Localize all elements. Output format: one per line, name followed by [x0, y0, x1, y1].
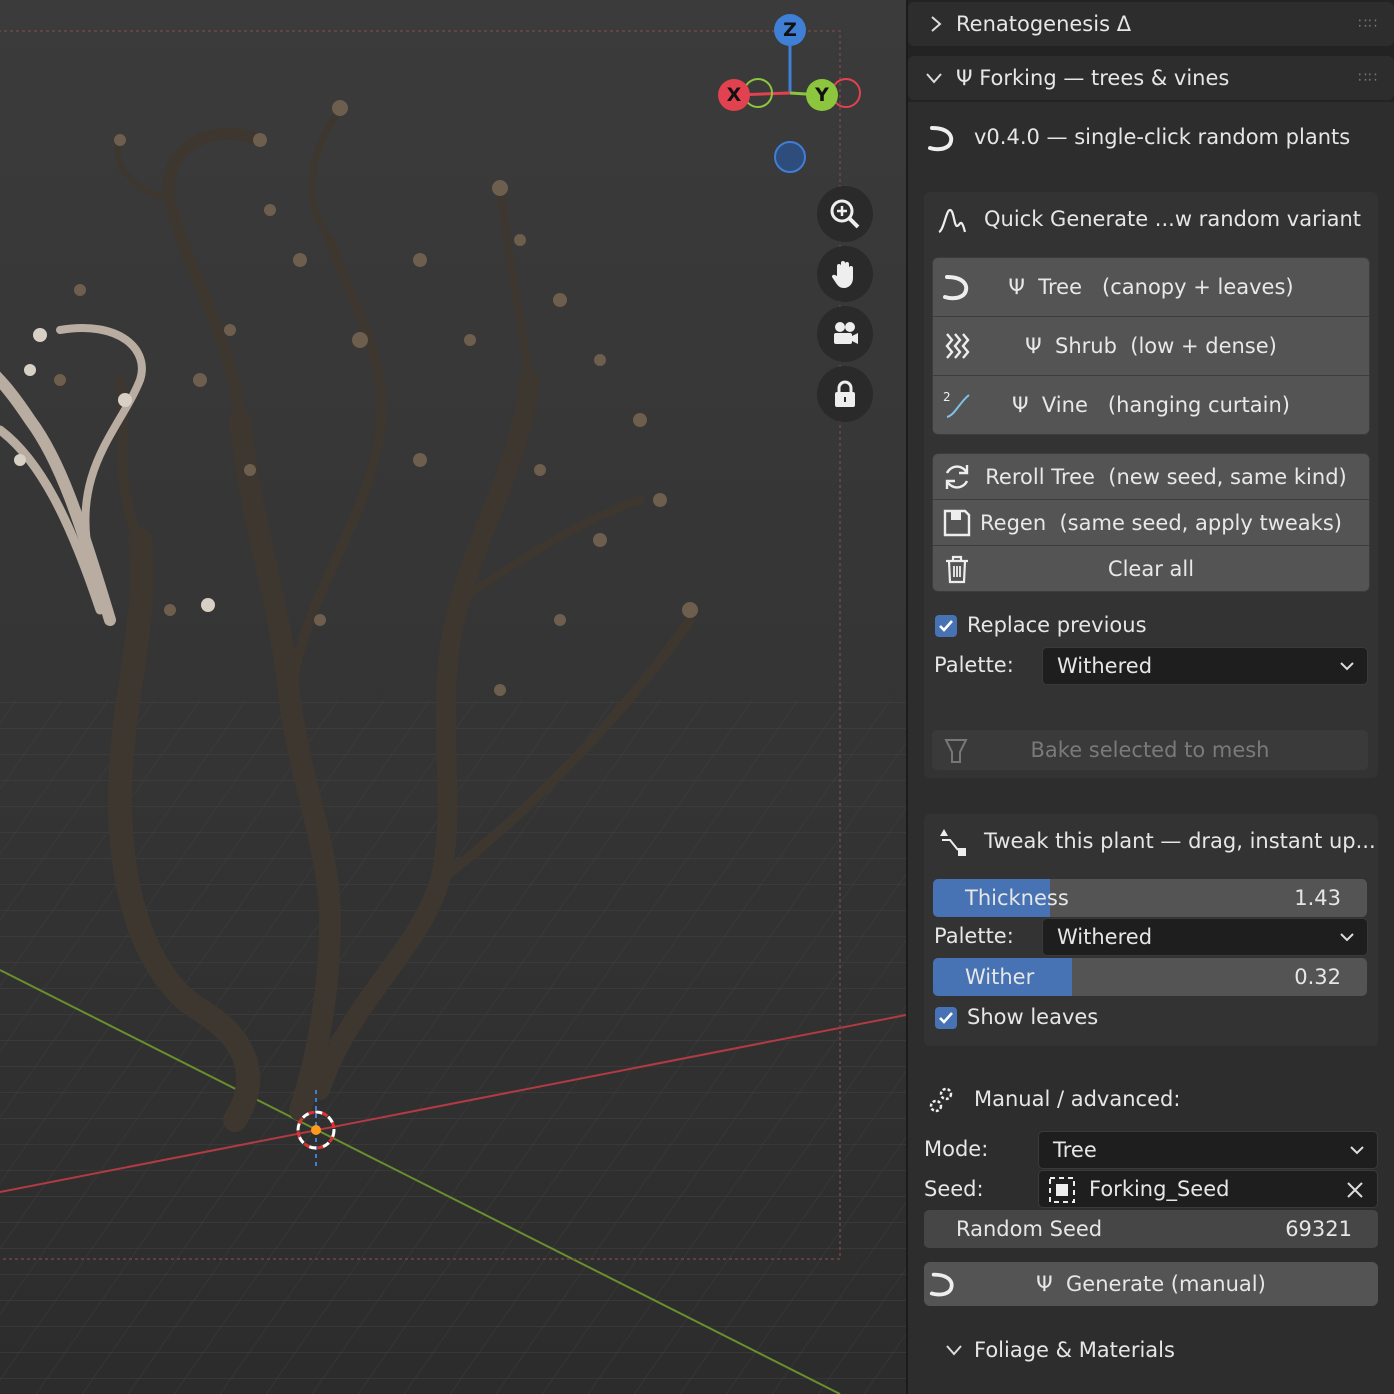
reroll-tree-button[interactable]: Reroll Tree (new seed, same kind) — [933, 454, 1369, 500]
mode-select[interactable]: Tree — [1038, 1131, 1378, 1169]
shrub-waves-icon — [945, 333, 970, 359]
tweak-palette-label: Palette: — [934, 924, 1014, 948]
svg-text:2: 2 — [943, 390, 951, 404]
panel-renatogenesis-header[interactable]: Renatogenesis Δ ∷∷ — [908, 2, 1394, 46]
lock-view-button[interactable] — [817, 366, 873, 422]
zoom-button[interactable] — [817, 186, 873, 242]
palette-label: Palette: — [934, 653, 1014, 677]
trash-icon — [946, 555, 968, 583]
scene-canvas — [0, 0, 906, 1394]
generate-tree-label: Ψ Tree (canopy + leaves) — [1008, 275, 1294, 299]
generate-tree-button[interactable]: Ψ Tree (canopy + leaves) — [933, 258, 1369, 317]
chevron-down-icon — [1340, 662, 1354, 671]
curve-graph-icon — [938, 208, 967, 234]
chevron-down-icon — [926, 73, 942, 84]
tweak-palette-select[interactable]: Withered — [1042, 918, 1368, 956]
wither-slider[interactable]: Wither 0.32 — [933, 958, 1367, 996]
bake-mesh-label: Bake selected to mesh — [1030, 738, 1270, 762]
camera-view-button[interactable] — [817, 306, 873, 362]
panel-renatogenesis-title: Renatogenesis Δ — [956, 12, 1132, 36]
panel-forking-header[interactable]: Ψ Forking — trees & vines ∷∷ — [908, 56, 1394, 100]
panel-forking-title: Ψ Forking — trees & vines — [956, 66, 1230, 90]
chevron-down-icon — [1340, 933, 1354, 942]
gizmo-x[interactable]: X — [718, 79, 750, 111]
generate-manual-label: Ψ Generate (manual) — [1036, 1272, 1266, 1296]
hand-pan-icon — [831, 261, 853, 288]
generate-vine-button[interactable]: 2 Ψ Vine (hanging curtain) — [933, 376, 1369, 434]
checkmark-icon — [939, 1012, 953, 1024]
seed-field[interactable]: Forking_Seed — [1038, 1170, 1378, 1208]
3d-viewport[interactable]: Z X Y — [0, 0, 906, 1394]
gizmo-z-label: Z — [783, 19, 797, 41]
clear-all-button[interactable]: Clear all — [933, 546, 1369, 591]
gizmo-z[interactable]: Z — [774, 14, 806, 46]
random-seed-value: 69321 — [1285, 1217, 1352, 1241]
save-icon — [943, 509, 971, 536]
replace-previous-label: Replace previous — [967, 613, 1147, 637]
thickness-value: 1.43 — [1294, 886, 1341, 910]
drag-grip-icon[interactable]: ∷∷ — [1358, 16, 1378, 32]
camera-icon — [834, 322, 858, 344]
pan-button[interactable] — [817, 246, 873, 302]
hook-icon — [929, 1272, 954, 1297]
gizmo-y-label: Y — [815, 84, 829, 106]
lock-icon — [835, 380, 855, 407]
zoom-icon — [830, 199, 860, 229]
version-text: v0.4.0 — single-click random plants — [974, 125, 1351, 149]
clear-all-label: Clear all — [1107, 556, 1195, 581]
wither-label: Wither — [965, 965, 1035, 989]
chevron-down-icon — [946, 1345, 962, 1356]
chevron-down-icon — [1350, 1146, 1364, 1155]
thickness-slider[interactable]: Thickness 1.43 — [933, 879, 1367, 917]
object-select-icon — [1049, 1177, 1075, 1203]
action-buttons: Reroll Tree (new seed, same kind) Regen … — [932, 453, 1370, 592]
hook-icon — [928, 126, 954, 152]
drag-grip-icon[interactable]: ∷∷ — [1358, 70, 1378, 86]
thickness-label: Thickness — [965, 886, 1069, 910]
foliage-panel-header[interactable]: Foliage & Materials — [944, 1330, 1175, 1370]
gears-icon — [929, 1087, 953, 1113]
checkmark-icon — [939, 620, 953, 632]
regen-label: Regen (same seed, apply tweaks) — [980, 510, 1342, 535]
generate-vine-label: Ψ Vine (hanging curtain) — [1012, 393, 1290, 417]
tweak-header: Tweak this plant — drag, instant up... — [984, 829, 1376, 853]
regen-button[interactable]: Regen (same seed, apply tweaks) — [933, 500, 1369, 546]
generate-shrub-button[interactable]: Ψ Shrub (low + dense) — [933, 317, 1369, 376]
mode-select-value: Tree — [1053, 1138, 1097, 1162]
random-seed-field[interactable]: Random Seed 69321 — [924, 1210, 1378, 1248]
palette-select[interactable]: Withered — [1042, 647, 1368, 685]
generate-shrub-label: Ψ Shrub (low + dense) — [1025, 334, 1277, 358]
gizmo-x-label: X — [726, 84, 742, 106]
hook-icon — [943, 275, 969, 301]
show-leaves-checkbox[interactable] — [935, 1007, 957, 1029]
manual-header: Manual / advanced: — [974, 1087, 1181, 1111]
reroll-tree-label: Reroll Tree (new seed, same kind) — [985, 464, 1347, 489]
foliage-panel-title: Foliage & Materials — [974, 1338, 1175, 1362]
seed-label: Seed: — [924, 1177, 984, 1201]
replace-previous-checkbox[interactable] — [935, 615, 957, 637]
seed-value: Forking_Seed — [1089, 1177, 1230, 1201]
random-seed-label: Random Seed — [956, 1217, 1103, 1241]
bake-mesh-button[interactable]: Bake selected to mesh — [932, 730, 1368, 770]
plant-type-buttons: Ψ Tree (canopy + leaves) Ψ Shrub (low + … — [932, 257, 1370, 435]
generate-manual-button[interactable]: Ψ Generate (manual) — [924, 1262, 1378, 1306]
close-icon[interactable] — [1345, 1180, 1365, 1200]
tweak-palette-value: Withered — [1057, 925, 1153, 949]
quick-generate-header: Quick Generate ...w random variant — [984, 207, 1361, 231]
mesh-icon — [944, 739, 968, 763]
reroll-icon — [945, 464, 969, 489]
gizmo-y[interactable]: Y — [806, 79, 838, 111]
mode-label: Mode: — [924, 1137, 989, 1161]
tweak-nodes-icon — [940, 829, 966, 856]
vine-curve-icon: 2 — [943, 390, 970, 418]
palette-select-value: Withered — [1057, 654, 1153, 678]
wither-value: 0.32 — [1294, 965, 1341, 989]
show-leaves-label: Show leaves — [967, 1005, 1099, 1029]
chevron-right-icon — [931, 16, 942, 32]
